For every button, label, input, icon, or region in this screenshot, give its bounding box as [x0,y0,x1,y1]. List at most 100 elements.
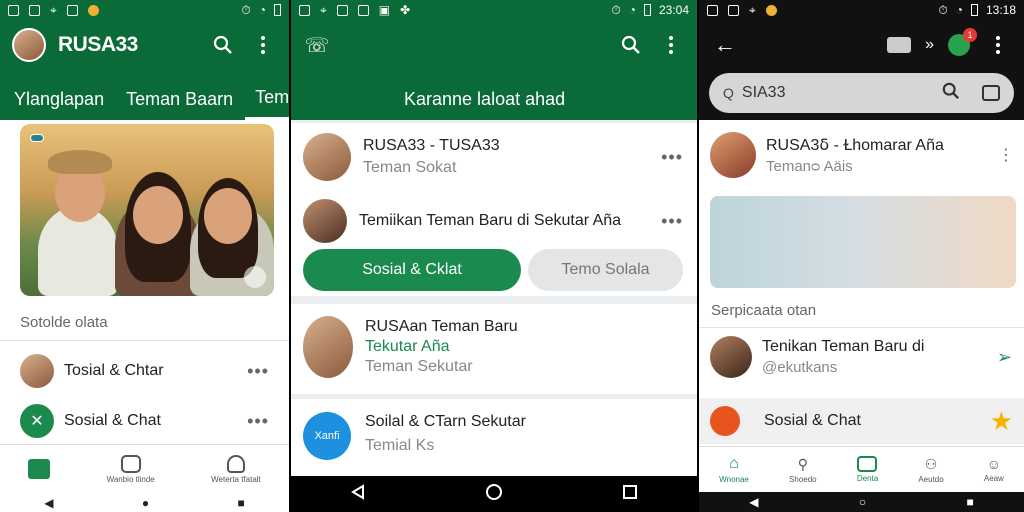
suggestion-card[interactable]: Xanfi Soilal & CTarn Sekutar Temial Ks [291,399,697,477]
list-item-label: Tosial & Chtar [64,362,164,379]
more-options-icon[interactable]: ⋮ [998,145,1014,165]
tab-teman-baru[interactable]: Teman Baarn [116,78,245,120]
card-subtitle: Temial Ks [365,437,435,454]
featured-photo-card[interactable] [20,124,274,296]
nav-label: Weterta tfatalt [211,475,261,484]
suggestion-card[interactable]: RUSAan Teman Baru Tekutar Aña Teman Seku… [291,304,697,394]
home-icon: ⌂ [729,455,739,472]
list-item[interactable]: Tenikan Teman Baru di @ekutkans ➢ [710,336,1012,378]
status-bar: ⌖ ⏱ ◔ [0,0,289,20]
social-chat-button[interactable]: Sosial & Cklat [303,249,521,291]
profile-avatar[interactable] [12,28,46,62]
list-item[interactable]: Tosial & Chtar ••• [0,350,289,392]
clock: 13:18 [985,3,1016,17]
send-icon[interactable]: ➢ [997,347,1012,368]
image-notification-icon [336,4,348,16]
tab-karanne[interactable]: Karanne laloat ahad [291,78,577,120]
card-title: Soilal & CTarn Sekutar [365,413,526,430]
nav-search[interactable]: ⚲ Shoedo [789,456,817,484]
nav-label: Aeutdo [918,474,944,484]
nav-groups[interactable]: ⚇ Aeutdo [918,456,943,484]
battery-icon [643,4,651,16]
back-icon[interactable] [350,483,366,505]
star-icon[interactable]: ★ [990,406,1013,437]
search-icon[interactable] [942,82,960,105]
chat-bubble-icon[interactable]: 1 [948,28,977,56]
gallery-notification-icon [299,4,310,16]
photo-head-3 [204,188,252,244]
home-button-icon[interactable]: ● [142,496,149,510]
suggestion-card: RUSA33 - TUSA33 Teman Sokat ••• Temiikan… [291,123,697,296]
alarm-icon: ⏱ [611,2,621,17]
bottom-navigation: Wanbio tlinde Weterta tfatalt [0,444,289,494]
screen-discover: ⌖ ▣ ✤ ⏱ ◔ 23:04 ☏ Karanne laloat ahad RU… [291,0,697,512]
search-bar[interactable]: Q SIA33 [709,73,1014,113]
tab-ylanglapan[interactable]: Ylanglapan [0,78,116,120]
photo-badge [30,134,44,142]
back-arrow-icon[interactable]: ← [711,31,739,59]
status-bar: ⌖ ⏱ ◔ 13:18 [699,0,1024,20]
home-icon [28,458,51,479]
secondary-button[interactable]: Temo Solala [528,249,683,291]
more-options-icon[interactable] [984,31,1012,59]
app-bar: ☏ Karanne laloat ahad [291,20,697,120]
wifi-icon: ◔ [258,3,266,17]
notification-badge: 1 [963,28,977,42]
nav-profile[interactable]: ☺ Aeaw [984,456,1004,483]
battery-icon [970,4,978,16]
more-options-icon[interactable]: ••• [247,411,269,432]
contact-subtitle: Temanᴑ Aäis [766,158,853,175]
search-input[interactable]: SIA33 [742,84,786,102]
list-item[interactable]: ✕ Sosial & Chat ••• [0,400,289,442]
system-navigation: ◀ ● ■ [0,494,289,512]
preview-image[interactable] [710,196,1016,288]
search-icon: ⚲ [797,455,808,472]
alarm-icon: ⏱ [241,2,251,17]
home-button-icon[interactable] [485,483,503,506]
nav-label: Wanbio tlinde [106,475,155,484]
contact-avatar [710,132,756,178]
contact-avatar [20,354,54,388]
tab-teman-kanoghann[interactable]: TemolKanoghann [245,78,289,120]
home-button-icon[interactable]: ○ [859,495,866,509]
back-icon[interactable]: ◀ [749,495,758,509]
contact-row[interactable]: RUSA33 - TUSA33 Teman Sokat ••• [303,133,683,181]
search-icon[interactable] [209,31,237,59]
back-icon[interactable]: ◀ [44,496,53,510]
nav-label: Denta [856,474,879,483]
groups-icon: ⚇ [924,455,938,472]
app-notification-icon [765,4,777,16]
chat-icon [120,455,141,473]
promo-row[interactable]: Temiikan Teman Baru di Sekutar Aña ••• [303,199,683,243]
more-options-icon[interactable]: ••• [661,147,683,168]
recents-icon[interactable] [622,484,638,505]
nav-home[interactable] [28,458,51,481]
contact-row[interactable]: RUSA3ẟ - Ɫhomarar Aña Temanᴑ Aäis ⋮ [710,132,1014,178]
mail-notification-icon [29,4,40,16]
more-options-icon[interactable]: ••• [661,211,683,232]
more-options-icon[interactable] [657,31,685,59]
recents-icon[interactable]: ■ [967,495,974,509]
more-options-icon[interactable]: ••• [247,361,269,382]
nav-home[interactable]: ⌂ Wnonae [719,455,749,484]
nav-profile[interactable]: Weterta tfatalt [211,455,261,484]
card-icon[interactable] [887,37,912,53]
search-icon[interactable] [617,31,645,59]
clipboard-icon[interactable] [982,85,1000,101]
nav-label: Wnonae [719,475,749,484]
gallery-notification-icon [707,4,718,16]
nav-chat[interactable]: Wanbio tlinde [107,455,155,484]
expand-icon[interactable] [244,266,266,288]
section-label: Sotolde olata [20,314,108,331]
group-avatar [710,336,752,378]
list-item[interactable]: Sosial & Chat ★ [699,398,1024,444]
forward-icon[interactable]: » [925,36,934,54]
call-icon[interactable]: ☏ [303,31,331,59]
more-options-icon[interactable] [249,31,277,59]
profile-icon [226,455,245,473]
location-notification-icon: ⌖ [749,2,756,17]
recents-icon[interactable]: ■ [238,496,245,510]
clock: 23:04 [658,3,689,17]
gallery-notification-icon [8,4,19,16]
nav-chat[interactable]: Denta [857,456,878,483]
